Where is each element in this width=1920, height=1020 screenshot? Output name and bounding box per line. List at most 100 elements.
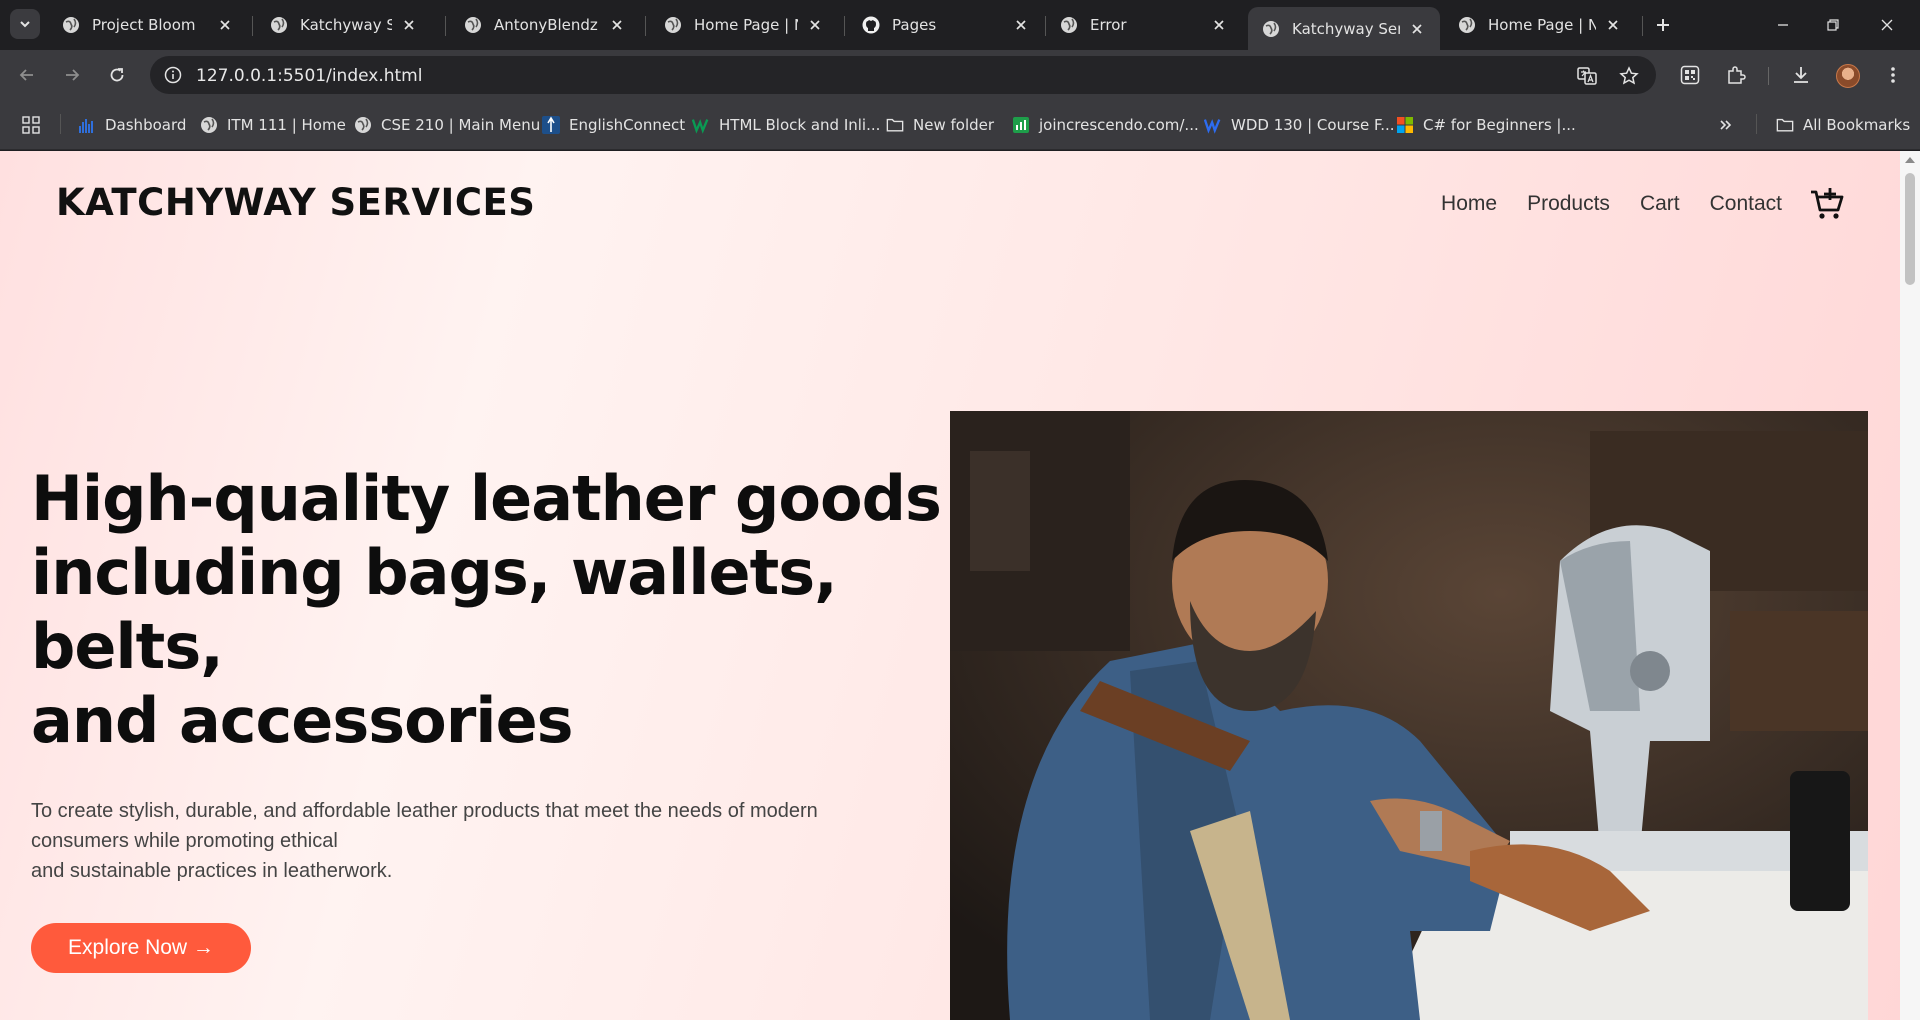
site-nav: Home Products Cart Contact [1411,185,1846,223]
bookmark-englishconnect[interactable]: EnglishConnect [542,114,685,136]
tab-title: Project Bloom [92,16,196,34]
hero-subtitle-line: and sustainable practices in leatherwork… [31,860,393,882]
bookmark-html-block[interactable]: HTML Block and Inli... [692,114,880,136]
double-chevron-right-icon [1720,120,1732,130]
tab-title: Home Page | Na [1488,16,1596,34]
all-bookmarks-button[interactable]: All Bookmarks [1776,114,1910,136]
sheets-icon [1012,116,1030,134]
globe-icon [200,116,218,134]
hero-subtitle: To create stylish, durable, and affordab… [31,796,951,886]
globe-icon [1060,16,1078,34]
bookmark-label: WDD 130 | Course F... [1231,116,1395,134]
restore-icon [1827,19,1839,31]
tab-separator [445,16,446,36]
chevron-down-icon [20,21,30,28]
globe-icon [270,16,288,34]
bookmark-dashboard[interactable]: Dashboard [78,114,186,136]
tab-separator [844,16,845,36]
tab-katchyway-active[interactable]: Katchyway Servic [1248,7,1440,50]
minimize-button[interactable] [1760,10,1806,40]
bookmark-label: HTML Block and Inli... [719,116,881,134]
site-info-icon[interactable] [160,62,186,88]
bookmark-label: Dashboard [105,116,187,134]
bookmark-label: CSE 210 | Main Menu [381,116,541,134]
page-viewport: KATCHYWAY SERVICES Home Products Cart Co… [0,151,1920,1020]
tab-project-bloom[interactable]: Project Bloom [48,8,248,42]
globe-icon [464,16,482,34]
new-tab-button[interactable] [1650,12,1676,38]
bookmark-new-folder[interactable]: New folder [886,114,994,136]
bookmark-itm-111[interactable]: ITM 111 | Home [200,114,346,136]
close-icon[interactable] [608,16,626,34]
nav-cart[interactable]: Cart [1640,192,1680,216]
back-button[interactable] [12,60,42,90]
hero-title-line: High-quality leather goods [31,462,942,535]
bookmark-label: ITM 111 | Home [227,116,346,134]
site-logo[interactable]: KATCHYWAY SERVICES [56,181,535,224]
tab-separator [1642,16,1643,36]
profile-avatar[interactable] [1836,64,1860,88]
bookmark-csharp[interactable]: C# for Beginners |... [1396,114,1576,136]
bookmark-label: All Bookmarks [1803,116,1911,134]
wdd-icon [1204,116,1222,134]
bookmark-wdd-130[interactable]: WDD 130 | Course F... [1204,114,1395,136]
tab-antonyblendz[interactable]: AntonyBlendz [450,8,640,42]
restore-button[interactable] [1810,10,1856,40]
church-icon [542,116,560,134]
reload-button[interactable] [102,60,132,90]
arrow-right-icon [66,69,80,81]
scrollbar-thumb[interactable] [1905,173,1915,285]
tab-home-page-1[interactable]: Home Page | Na [650,8,838,42]
translate-icon[interactable] [1574,63,1600,89]
tab-search-button[interactable] [10,9,40,39]
tab-title: Home Page | Na [694,16,798,34]
scroll-up-arrow[interactable] [1905,157,1915,163]
close-icon[interactable] [216,16,234,34]
close-icon[interactable] [1210,16,1228,34]
extensions-icon[interactable] [1723,62,1749,88]
close-icon[interactable] [1012,16,1030,34]
apps-grid-button[interactable] [22,114,40,136]
more-bookmarks-button[interactable] [1718,114,1734,136]
nav-home[interactable]: Home [1441,192,1497,216]
nav-contact[interactable]: Contact [1710,192,1782,216]
add-to-cart-icon[interactable] [1808,185,1846,223]
close-window-button[interactable] [1864,10,1910,40]
bookmark-label: EnglishConnect [569,116,686,134]
tab-home-page-2[interactable]: Home Page | Na [1444,8,1636,42]
tab-pages[interactable]: Pages [848,8,1044,42]
hero-title: High-quality leather goods including bag… [31,462,951,758]
arrow-left-icon [19,69,33,81]
close-icon[interactable] [806,16,824,34]
close-icon[interactable] [400,16,418,34]
hero-subtitle-line: consumers while promoting ethical [31,830,338,852]
plus-icon [1657,19,1669,31]
tab-error[interactable]: Error [1046,8,1242,42]
bookmark-cse-210[interactable]: CSE 210 | Main Menu [354,114,540,136]
microsoft-icon [1396,116,1414,134]
hero-subtitle-line: To create stylish, durable, and affordab… [31,800,818,822]
close-icon[interactable] [1408,20,1426,38]
forward-button[interactable] [57,60,87,90]
close-icon[interactable] [1604,16,1622,34]
download-icon[interactable] [1788,62,1814,88]
page-scrollbar[interactable] [1900,151,1920,1020]
globe-icon [664,16,682,34]
more-menu-icon[interactable] [1880,62,1906,88]
bookmark-joincrescendo[interactable]: joincrescendo.com/... [1012,114,1199,136]
tab-title: Error [1090,16,1127,34]
apps-grid-icon [22,116,40,134]
tab-title: Katchyway Servic [1292,19,1400,38]
nav-products[interactable]: Products [1527,192,1610,216]
explore-now-button[interactable]: Explore Now → [31,923,251,973]
tab-separator [252,16,253,36]
address-bar[interactable]: 127.0.0.1:5501/index.html [150,56,1656,94]
qr-code-icon[interactable] [1677,62,1703,88]
bookmark-separator [60,114,61,134]
bookmarks-bar: Dashboard ITM 111 | Home CSE 210 | Main … [0,100,1920,150]
bookmark-label: joincrescendo.com/... [1039,116,1199,134]
tab-katchyway-1[interactable]: Katchyway Servic [256,8,432,42]
star-icon[interactable] [1616,63,1642,89]
globe-icon [354,116,372,134]
url-text[interactable]: 127.0.0.1:5501/index.html [196,66,422,86]
